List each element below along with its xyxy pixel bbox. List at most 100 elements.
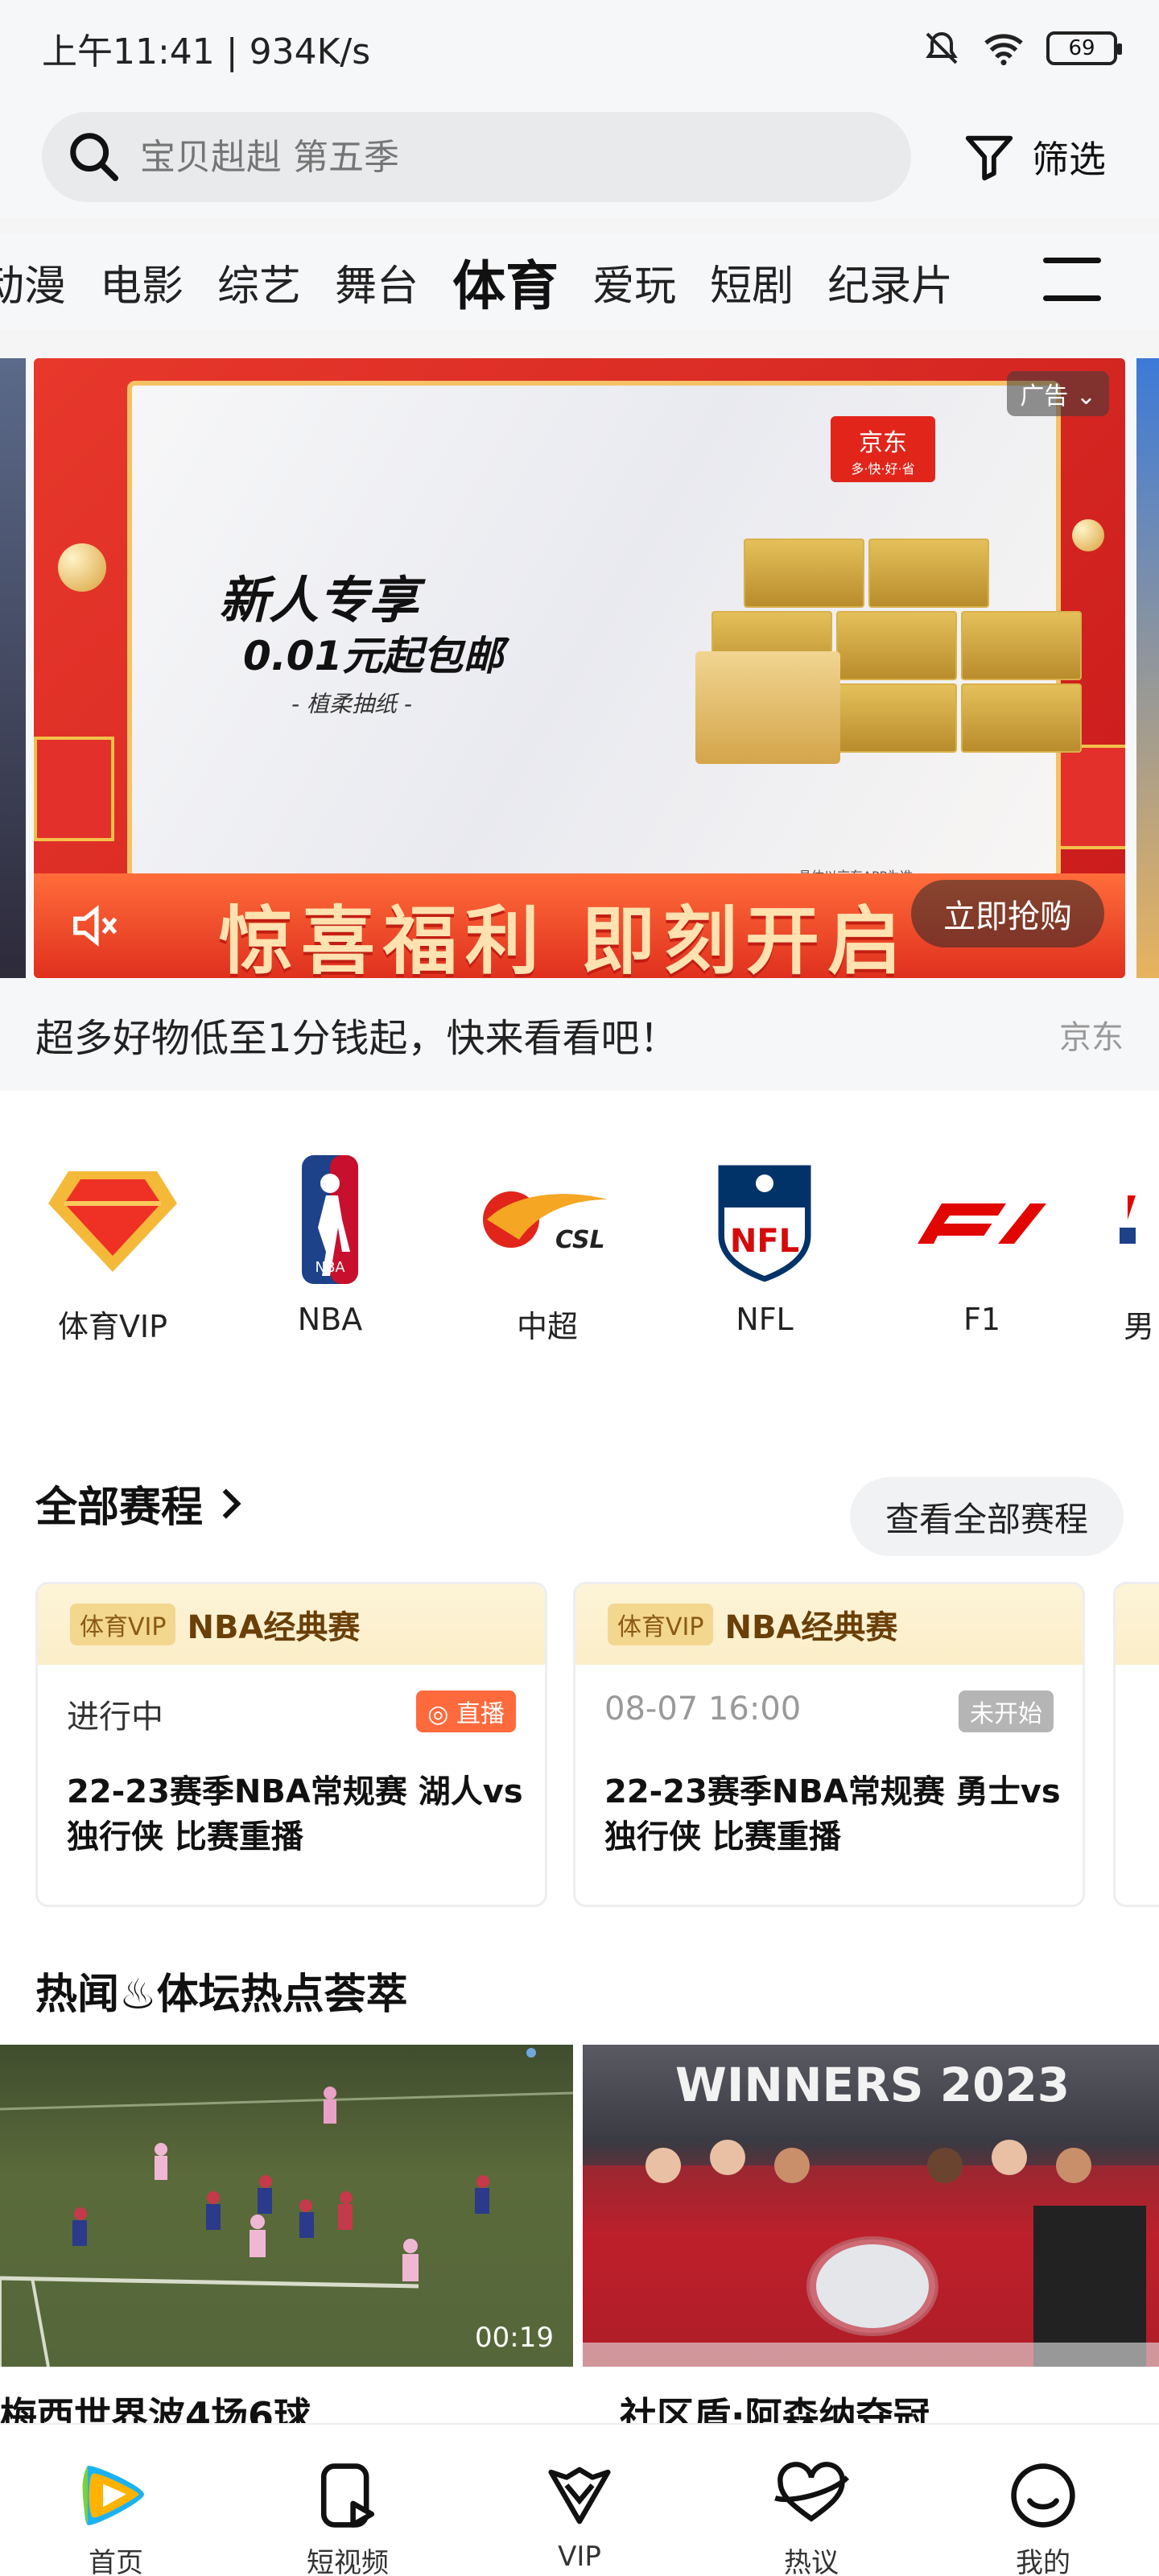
tab-short-drama[interactable]: 短剧 [710,252,794,312]
channel-f1[interactable]: F1 [901,1147,1062,1337]
tab-movies[interactable]: 电影 [100,252,184,312]
banner-slogan: 惊喜福利 即刻开启 [219,898,910,978]
f1-logo-icon [901,1147,1062,1292]
search-row: 筛选 [0,97,1159,217]
nav-label: 热议 [784,2547,839,2576]
channel-label: NBA [297,1302,363,1337]
category-tabs: 动漫 电影 综艺 舞台 体育 爱玩 短剧 纪录片 [0,233,1159,330]
diamond-icon [32,1147,193,1292]
tab-variety[interactable]: 综艺 [217,252,301,312]
caption-source: 京东 [1059,1019,1124,1056]
chevron-right-icon [222,1488,241,1519]
channel-nfl[interactable]: NFL NFL [684,1147,845,1337]
card-league: NBA经典赛 [187,1609,361,1646]
channel-partial[interactable]: 男 [1075,1147,1159,1346]
match-status: 08-07 16:00 [604,1690,802,1728]
bottom-nav: 首页 短视频 VIP 热议 我的 [0,2423,1159,2576]
channel-label: F1 [963,1302,1001,1337]
search-box[interactable] [42,112,911,202]
channel-row: 体育VIP NBA NBA CSL 中超 NFL NFL F1 男 [0,1091,1159,1397]
match-card[interactable]: 体育VIP NBA经典赛 08-07 16:00 未开始 22-23赛季NBA常… [573,1582,1085,1907]
tencent-video-icon [77,2457,155,2534]
filter-label: 筛选 [1032,138,1106,181]
banner-caption[interactable]: 超多好物低至1分钱起，快来看看吧！ 京东 [0,978,1159,1091]
nav-short-video[interactable]: 短视频 [267,2457,428,2576]
channel-label: 体育VIP [57,1309,168,1344]
nav-label: 首页 [89,2547,143,2576]
nav-profile[interactable]: 我的 [963,2457,1124,2576]
nfl-logo-icon: NFL [684,1147,845,1292]
channel-nba[interactable]: NBA NBA [250,1147,410,1337]
status-bar: 上午11:41 | 934K/s 69 [0,0,1159,97]
banner-carousel[interactable]: 京东多·快·好·省 广告 ⌄ 新人专享 0.01元起包邮 - 植柔抽纸 - 具体… [0,358,1159,978]
ornament-ball [58,543,106,592]
match-title: 22-23赛季NBA常规赛 湖人vs独行侠 比赛重播 [67,1773,523,1856]
ad-banner[interactable]: 京东多·快·好·省 广告 ⌄ 新人专享 0.01元起包邮 - 植柔抽纸 - 具体… [34,358,1125,978]
tab-stage[interactable]: 舞台 [335,252,419,312]
csl-logo-icon: CSL [467,1147,628,1292]
match-title: 22-23赛季NBA常规赛 勇士vs独行侠 比赛重播 [604,1773,1061,1856]
soccer-match-image [0,2048,573,2367]
filter-icon [965,135,1013,181]
svg-text:NFL: NFL [730,1223,799,1260]
match-card[interactable]: 体育VIP NBA经典赛 进行中 ◎ 直播 22-23赛季NBA常规赛 湖人vs… [35,1582,547,1907]
match-status: 进行中 [67,1699,163,1736]
tab-play[interactable]: 爱玩 [592,252,676,312]
buy-now-button[interactable]: 立即抢购 [911,880,1104,947]
channel-label: 中超 [516,1309,578,1344]
partial-logo-icon [1075,1147,1159,1292]
mute-bell-icon [926,31,958,64]
gift-box-decoration [34,737,114,841]
view-all-schedule-button[interactable]: 查看全部赛程 [849,1477,1124,1556]
ad-tag[interactable]: 广告 ⌄ [1007,371,1109,416]
caption-text: 超多好物低至1分钱起，快来看看吧！ [35,1016,678,1061]
promo-headline: 新人专享 [219,571,419,630]
search-icon [70,133,119,182]
battery-indicator: 69 [1046,31,1122,65]
vip-crown-icon [541,2457,618,2534]
vip-tag: 体育VIP [70,1604,176,1645]
status-time: 上午11:41 | 934K/s [42,31,371,72]
smile-profile-icon [1004,2457,1082,2534]
search-input[interactable] [140,136,864,178]
news-video-thumbnail[interactable]: 00:19 [0,2045,573,2367]
mute-icon[interactable] [66,898,122,954]
channel-label: 男 [1124,1309,1155,1344]
heart-chat-icon [773,2457,850,2534]
tab-sports[interactable]: 体育 [452,243,559,320]
nav-label: VIP [558,2541,601,2573]
card-header [1116,1584,1159,1665]
nav-home[interactable]: 首页 [35,2457,196,2576]
channel-csl[interactable]: CSL 中超 [467,1147,628,1346]
status-icons: 69 [922,29,1122,68]
filter-button[interactable]: 筛选 [961,129,1106,185]
next-banner-peek[interactable] [1136,358,1159,978]
match-card-partial[interactable] [1113,1582,1159,1907]
news-image-thumbnail[interactable]: WINNERS 2023 [583,2045,1159,2367]
schedule-title[interactable]: 全部赛程 [35,1473,245,1534]
short-video-icon [309,2457,386,2534]
video-duration: 00:19 [475,2322,554,2354]
nav-label: 短视频 [307,2547,389,2576]
tab-anime[interactable]: 动漫 [0,252,66,312]
nav-vip[interactable]: VIP [499,2457,660,2573]
card-header: 体育VIP NBA经典赛 [575,1584,1083,1665]
channel-sports-vip[interactable]: 体育VIP [32,1147,193,1346]
nav-discuss[interactable]: 热议 [731,2457,892,2576]
live-badge: ◎ 直播 [416,1690,516,1732]
tab-documentary[interactable]: 纪录片 [827,252,953,312]
jd-logo: 京东 多·快·好·省 [831,416,935,482]
vip-tag: 体育VIP [608,1604,714,1645]
card-league: NBA经典赛 [724,1609,898,1646]
card-header: 体育VIP NBA经典赛 [38,1584,545,1665]
hot-news-header: 热闻♨体坛热点荟萃 [0,1912,1159,2045]
channel-label: NFL [736,1302,794,1337]
wifi-icon [984,34,1023,66]
trophy-celebration-image: WINNERS 2023 [583,2058,1159,2367]
schedule-cards: 体育VIP NBA经典赛 进行中 ◎ 直播 22-23赛季NBA常规赛 湖人vs… [0,1566,1159,1912]
promo-product: - 植柔抽纸 - [291,691,413,717]
promo-price: 0.01元起包邮 [243,633,504,679]
menu-icon[interactable] [1043,258,1101,306]
svg-text:NBA: NBA [315,1260,344,1276]
prev-banner-peek[interactable] [0,358,26,978]
